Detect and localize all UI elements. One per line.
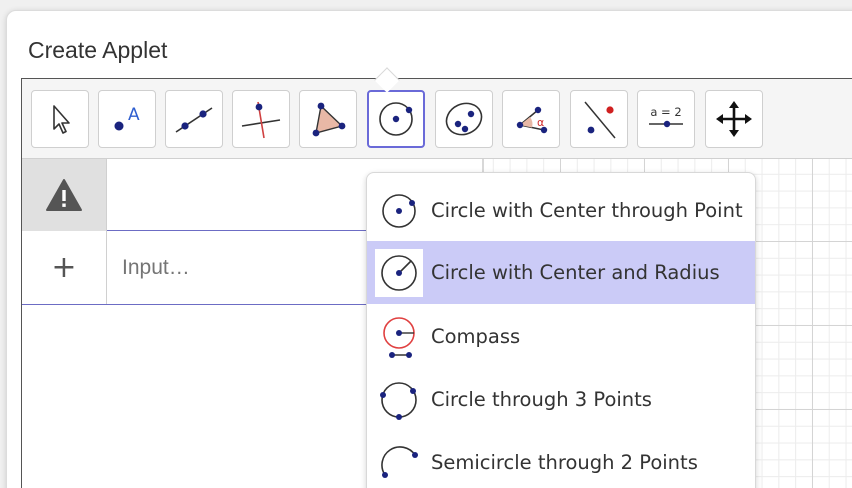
circle-center-point-icon [379,102,413,136]
perpendicular-line-tool-button[interactable] [232,90,290,148]
slider-tool-label: a = 2 [650,105,681,119]
move-graphics-tool-button[interactable] [705,90,763,148]
perpendicular-line-icon [241,101,281,139]
ellipse-tool-button[interactable] [435,90,493,148]
menu-item-compass[interactable]: Compass [367,305,755,368]
algebra-row-marker[interactable] [22,159,107,231]
ellipse-icon [445,102,483,136]
reflect-tool-button[interactable] [570,90,628,148]
menu-item-circle-three-points[interactable]: Circle through 3 Points [367,368,755,431]
polygon-icon [312,102,346,137]
menu-item-label: Compass [431,325,521,348]
polygon-tool-button[interactable] [299,90,357,148]
compass-icon [375,313,423,361]
warning-triangle-icon [46,179,82,211]
point-a-icon: A [114,105,140,131]
reflect-about-line-icon [584,101,616,139]
menu-item-label: Circle with Center through Point [431,199,743,222]
point-tool-button[interactable]: A [98,90,156,148]
move-graphics-view-icon [716,101,752,137]
circle-three-points-icon [375,376,423,424]
line-tool-button[interactable] [165,90,223,148]
menu-item-label: Semicircle through 2 Points [431,451,698,474]
menu-item-label: Circle with Center and Radius [431,261,720,284]
semicircle-icon [375,439,423,487]
circle-center-radius-icon [375,248,423,297]
add-icon[interactable]: + [22,231,107,304]
algebra-input[interactable] [122,231,362,304]
menu-item-label: Circle through 3 Points [431,388,652,411]
move-tool-button[interactable] [31,90,89,148]
slider-icon: a = 2 [649,105,683,128]
line-through-points-icon [175,107,213,133]
menu-item-semicircle[interactable]: Semicircle through 2 Points [367,431,755,488]
svg-text:A: A [128,105,140,125]
page: Create Applet A α a = 2 + Input… Circle … [0,0,852,488]
circle-tool-button[interactable] [367,90,425,148]
angle-tool-button[interactable]: α [502,90,560,148]
toolbar: A α a = 2 [22,79,852,159]
dialog-title: Create Applet [28,37,168,63]
cursor-arrow-icon [53,105,70,134]
menu-item-circle-center-radius[interactable]: Circle with Center and Radius [367,241,755,304]
angle-icon: α [516,106,548,134]
menu-item-circle-center-point[interactable]: Circle with Center through Point [367,179,755,242]
circle-tools-menu: Circle with Center through Point Circle … [366,172,756,488]
circle-center-point-icon [375,187,423,235]
slider-tool-button[interactable]: a = 2 [637,90,695,148]
